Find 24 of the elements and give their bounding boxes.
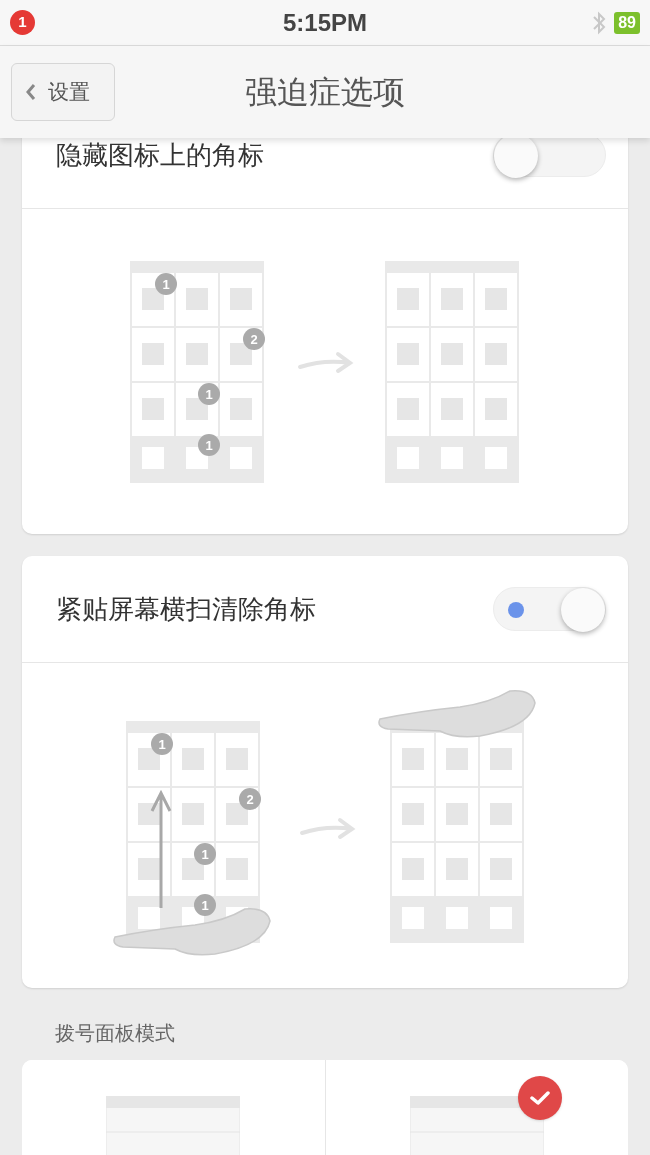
battery-indicator: 89: [614, 11, 640, 34]
arrow-right-icon: [298, 352, 352, 373]
count-badge: 1: [194, 894, 216, 916]
count-badge: 1: [198, 434, 220, 456]
arrow-up-icon: [150, 789, 172, 910]
toggle-switch[interactable]: [493, 138, 606, 177]
count-badge: 2: [243, 328, 265, 350]
arrow-right-icon: [300, 818, 354, 839]
notification-badge: 1: [10, 10, 35, 35]
count-badge: 1: [151, 733, 173, 755]
bluetooth-icon: [592, 10, 607, 35]
count-badge: 1: [194, 843, 216, 865]
chevron-left-icon: [26, 83, 36, 101]
back-button[interactable]: 设置: [11, 63, 115, 121]
toggle-switch[interactable]: [493, 587, 606, 631]
option-label: 隐藏图标上的角标: [56, 142, 264, 168]
checkmark-badge-icon: [518, 1076, 562, 1120]
count-badge: 2: [239, 788, 261, 810]
page-title: 强迫症选项: [245, 73, 405, 112]
section-label: 拨号面板模式: [55, 1022, 175, 1044]
option-label: 紧贴屏幕横扫清除角标: [56, 596, 316, 622]
clock: 5:15PM: [283, 7, 367, 38]
count-badge: 1: [198, 383, 220, 405]
count-badge: 1: [155, 273, 177, 295]
